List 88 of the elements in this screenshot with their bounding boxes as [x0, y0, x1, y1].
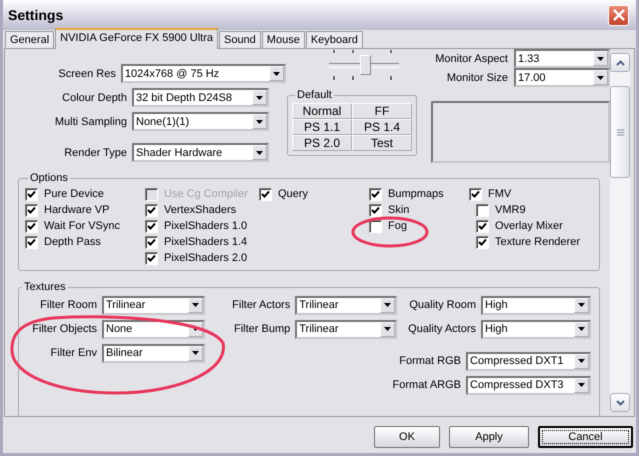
dropdown[interactable]: 32 bit Depth D24S8	[132, 88, 269, 107]
field-label: Filter Env	[50, 347, 97, 359]
dropdown[interactable]: None	[102, 320, 205, 338]
dialog-button[interactable]: Apply	[449, 426, 529, 448]
tab[interactable]: Sound	[218, 31, 261, 48]
dropdown[interactable]: 1.33	[514, 49, 610, 68]
preset-button[interactable]: PS 2.0	[292, 135, 352, 151]
scroll-down-button[interactable]	[610, 393, 630, 412]
field-label: Colour Depth	[61, 92, 127, 104]
checkbox-label: Hardware VP	[44, 204, 110, 216]
field-label: Filter Bump	[232, 323, 290, 335]
checkbox-label: Overlay Mixer	[495, 220, 563, 232]
field-label: Quality Actors	[408, 323, 476, 335]
dialog-button[interactable]: OK	[374, 426, 440, 448]
checkbox[interactable]	[145, 236, 158, 248]
close-button[interactable]	[608, 4, 629, 26]
checkbox-label: Fog	[388, 220, 407, 232]
checkbox-label: PixelShaders 1.4	[164, 236, 248, 248]
checkbox[interactable]	[145, 252, 158, 264]
checkbox[interactable]	[145, 204, 158, 216]
dropdown[interactable]: 1024x768 @ 75 Hz	[120, 64, 286, 83]
checkbox-label: Texture Renderer	[495, 236, 580, 248]
checkbox-label: PixelShaders 2.0	[164, 252, 248, 264]
field-label: Format RGB	[399, 355, 461, 367]
dropdown[interactable]: 17.00	[514, 68, 610, 87]
checkbox[interactable]	[25, 236, 38, 248]
preset-button[interactable]: Test	[352, 135, 412, 151]
tab[interactable]: NVIDIA GeForce FX 5900 Ultra	[55, 28, 218, 49]
dropdown[interactable]: Trilinear	[295, 320, 397, 338]
dropdown[interactable]: Compressed DXT3	[466, 376, 591, 394]
tab[interactable]: Mouse	[262, 31, 305, 48]
checkbox-label: PixelShaders 1.0	[164, 220, 248, 232]
checkbox-label: Bumpmaps	[388, 188, 444, 200]
dropdown[interactable]: High	[481, 296, 591, 314]
vertical-scrollbar[interactable]	[610, 53, 630, 412]
dropdown[interactable]: Trilinear	[102, 296, 205, 314]
checkbox[interactable]	[259, 188, 272, 200]
checkbox-label: VertexShaders	[164, 204, 236, 216]
checkbox-label: Pure Device	[44, 188, 104, 200]
field-label: Filter Room	[39, 299, 97, 311]
dropdown[interactable]: Shader Hardware	[132, 143, 269, 162]
checkbox[interactable]	[369, 204, 382, 216]
field-label: Filter Objects	[31, 323, 97, 335]
field-label: Screen Res	[57, 68, 116, 80]
checkbox[interactable]	[369, 188, 382, 200]
checkbox-label: FMV	[488, 188, 512, 200]
tab[interactable]: General	[5, 31, 54, 48]
field-label: Format ARGB	[392, 379, 461, 391]
checkbox[interactable]	[25, 204, 38, 216]
field-label: Render Type	[63, 146, 127, 158]
checkbox-label: Use Cg Compiler	[164, 188, 248, 200]
checkbox[interactable]	[25, 188, 38, 200]
checkbox[interactable]	[476, 220, 489, 232]
preset-button[interactable]: PS 1.4	[352, 119, 412, 135]
checkbox[interactable]	[476, 236, 489, 248]
checkbox-label: Wait For VSync	[44, 220, 120, 232]
checkbox[interactable]	[145, 220, 158, 232]
checkbox-label: VMR9	[495, 204, 526, 216]
checkbox-label: Depth Pass	[44, 236, 101, 248]
field-label: Filter Actors	[231, 299, 290, 311]
preset-button[interactable]: FF	[352, 103, 412, 119]
slider-thumb[interactable]	[360, 55, 371, 75]
field-label: Multi Sampling	[54, 116, 127, 128]
dropdown[interactable]: Compressed DXT1	[466, 352, 591, 370]
group-title: Textures	[23, 281, 67, 293]
scroll-up-button[interactable]	[610, 53, 630, 72]
dropdown[interactable]: High	[481, 320, 591, 338]
scroll-thumb[interactable]	[610, 86, 630, 178]
field-label: Quality Room	[409, 299, 476, 311]
preset-button[interactable]: PS 1.1	[292, 119, 352, 135]
window-title: Settings	[8, 7, 64, 23]
checkbox[interactable]	[469, 188, 482, 200]
checkbox[interactable]	[25, 220, 38, 232]
dialog-button[interactable]: Cancel	[538, 426, 633, 448]
checkbox-label: Query	[278, 188, 308, 200]
dropdown[interactable]: Bilinear	[102, 344, 205, 362]
checkbox-label: Skin	[388, 204, 410, 216]
dropdown[interactable]: Trilinear	[295, 296, 397, 314]
field-label: Monitor Size	[446, 72, 508, 84]
close-icon	[612, 9, 624, 21]
group-title: Options	[29, 172, 69, 184]
dropdown[interactable]: None(1)(1)	[132, 112, 269, 131]
slider[interactable]	[329, 49, 399, 81]
field-label: Monitor Aspect	[435, 52, 508, 64]
tab[interactable]: Keyboard	[306, 31, 363, 48]
group-title: Default	[296, 89, 333, 101]
checkbox[interactable]	[476, 204, 489, 216]
preset-button[interactable]: Normal	[292, 103, 352, 119]
